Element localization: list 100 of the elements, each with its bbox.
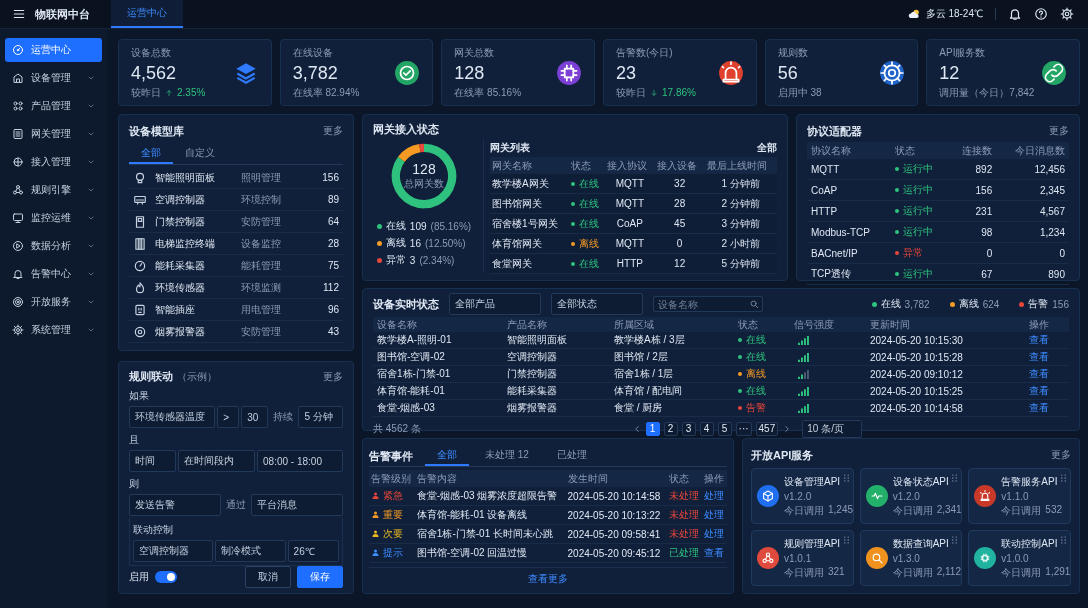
drag-handle-icon[interactable] [843, 536, 849, 544]
sidebar-item[interactable]: 接入管理 [5, 150, 102, 174]
api-name: 数据查询API [892, 536, 950, 551]
stat-label: 告警数(今日) [616, 45, 674, 60]
table-cell: HTTP [604, 253, 655, 274]
sidebar-item[interactable]: 网关管理 [5, 122, 102, 146]
filter-dropdown[interactable]: 全部状态 [551, 293, 643, 315]
table-cell: 图书馆-空调-02 回温过慢 [414, 543, 566, 563]
legend-count: 109 [409, 220, 427, 232]
donut-label: 总网关数 [404, 177, 444, 191]
page-button[interactable]: 1 [645, 422, 660, 436]
select-field[interactable]: 30 [241, 406, 269, 428]
toggle-switch[interactable] [155, 571, 177, 583]
model-count: 75 [327, 260, 339, 271]
save-button[interactable]: 保存 [297, 566, 343, 588]
drag-handle-icon[interactable] [952, 474, 958, 482]
page-button[interactable]: 3 [681, 422, 696, 436]
view-link[interactable]: 查看 [1028, 402, 1049, 413]
api-version: v1.2.0 [784, 490, 813, 502]
filter-dropdown[interactable]: 全部产品 [449, 293, 541, 315]
tab[interactable]: 全部 [129, 144, 173, 164]
view-more-link[interactable]: 查看更多 [528, 572, 568, 586]
table-cell: CoAP [604, 213, 655, 234]
table-cell: 231 [948, 200, 997, 222]
top-tab[interactable]: 运营中心 [111, 0, 183, 28]
api-card[interactable]: 设备状态API v1.2.0 今日调用 2,341 [859, 468, 963, 524]
tab[interactable]: 自定义 [173, 144, 227, 164]
menu-icon[interactable] [12, 7, 26, 21]
status-label: 在线 [578, 257, 599, 269]
more-link[interactable]: 更多 [323, 369, 343, 384]
select-field[interactable]: 26℃ [287, 540, 339, 562]
action-link[interactable]: 处理 [703, 528, 724, 539]
action-link[interactable]: 处理 [703, 490, 724, 501]
stat-change: 2.35% [177, 87, 206, 98]
api-card[interactable]: 联动控制API v1.0.0 今日调用 1,291 [968, 530, 1071, 586]
tab[interactable]: 全部 [425, 446, 469, 466]
select-field[interactable]: 空调控制器 [133, 540, 214, 562]
sidebar-item[interactable]: 产品管理 [5, 94, 102, 118]
sidebar-item[interactable]: 系统管理 [5, 318, 102, 342]
column-header: 设备名称 [373, 317, 503, 332]
filter-dropdown[interactable]: 全部 [757, 141, 777, 155]
view-link[interactable]: 查看 [1028, 368, 1049, 379]
more-link[interactable]: 更多 [1051, 448, 1071, 462]
table-cell: BACnet/IP [807, 242, 891, 264]
page-button[interactable]: 4 [699, 422, 714, 436]
model-name: 空调控制器 [155, 192, 206, 207]
page-button[interactable]: 5 [717, 422, 732, 436]
select-field[interactable]: > [217, 406, 240, 428]
drag-handle-icon[interactable] [1061, 536, 1066, 544]
drag-handle-icon[interactable] [843, 474, 849, 482]
table-cell: 45 [654, 213, 705, 234]
sidebar-item[interactable]: 运营中心 [5, 38, 102, 62]
bell-icon [12, 268, 24, 280]
cancel-button[interactable]: 取消 [245, 566, 291, 588]
page-button[interactable]: 457 [755, 422, 779, 436]
settings-icon[interactable] [1060, 7, 1074, 21]
model-category: 能耗管理 [241, 258, 282, 273]
sidebar-item[interactable]: 告警中心 [5, 262, 102, 286]
page-size-dropdown[interactable]: 10 条/页 [802, 420, 863, 438]
api-card[interactable]: 数据查询API v1.3.0 今日调用 2,112 [859, 530, 963, 586]
toggle-label: 启用 [129, 570, 149, 584]
select-field[interactable]: 制冷模式 [215, 540, 286, 562]
sidebar-item[interactable]: 开放服务 [5, 290, 102, 314]
select-field[interactable]: 发送告警 [129, 494, 221, 516]
calls-label: 今日调用 [1001, 503, 1042, 518]
legend-label: 离线 [385, 236, 406, 250]
api-card[interactable]: 设备管理API v1.2.0 今日调用 1,245 [751, 468, 854, 524]
action-link[interactable]: 查看 [703, 547, 724, 558]
table-cell: 2 小时前 [704, 233, 777, 254]
page-button[interactable]: ··· [735, 422, 752, 436]
select-field[interactable]: 环境传感器温度 [129, 406, 216, 428]
select-field[interactable]: 08:00 - 18:00 [257, 450, 343, 472]
alarm-level: 重要 [383, 509, 403, 520]
search-icon [749, 299, 759, 309]
sidebar-item[interactable]: 监控运维 [5, 206, 102, 230]
help-icon[interactable] [1034, 7, 1048, 21]
tab[interactable]: 已处理 [544, 446, 599, 466]
sidebar-item[interactable]: 规则引擎 [5, 178, 102, 202]
bell-icon[interactable] [1008, 7, 1022, 21]
weather-text: 多云 18-24℃ [925, 7, 983, 21]
drag-handle-icon[interactable] [952, 536, 958, 544]
view-link[interactable]: 查看 [1028, 351, 1049, 362]
search-field[interactable]: 设备名称 [653, 296, 763, 312]
api-card[interactable]: 规则管理API v1.0.1 今日调用 321 [751, 530, 854, 586]
select-field[interactable]: 平台消息 [251, 494, 343, 516]
api-card[interactable]: 告警服务API v1.1.0 今日调用 532 [968, 468, 1071, 524]
more-link[interactable]: 更多 [1049, 124, 1069, 138]
action-link[interactable]: 处理 [703, 509, 724, 520]
more-link[interactable]: 更多 [323, 124, 343, 138]
api-name: 设备状态API [892, 474, 950, 489]
sidebar-item[interactable]: 设备管理 [5, 66, 102, 90]
tab[interactable]: 未处理 12 [473, 446, 541, 466]
view-link[interactable]: 查看 [1028, 385, 1049, 396]
select-field[interactable]: 5 分钟 [298, 406, 343, 428]
page-button[interactable]: 2 [663, 422, 678, 436]
select-field[interactable]: 时间 [129, 450, 176, 472]
drag-handle-icon[interactable] [1061, 474, 1066, 482]
sidebar-item[interactable]: 数据分析 [5, 234, 102, 258]
select-field[interactable]: 在时间段内 [178, 450, 256, 472]
view-link[interactable]: 查看 [1028, 334, 1049, 345]
